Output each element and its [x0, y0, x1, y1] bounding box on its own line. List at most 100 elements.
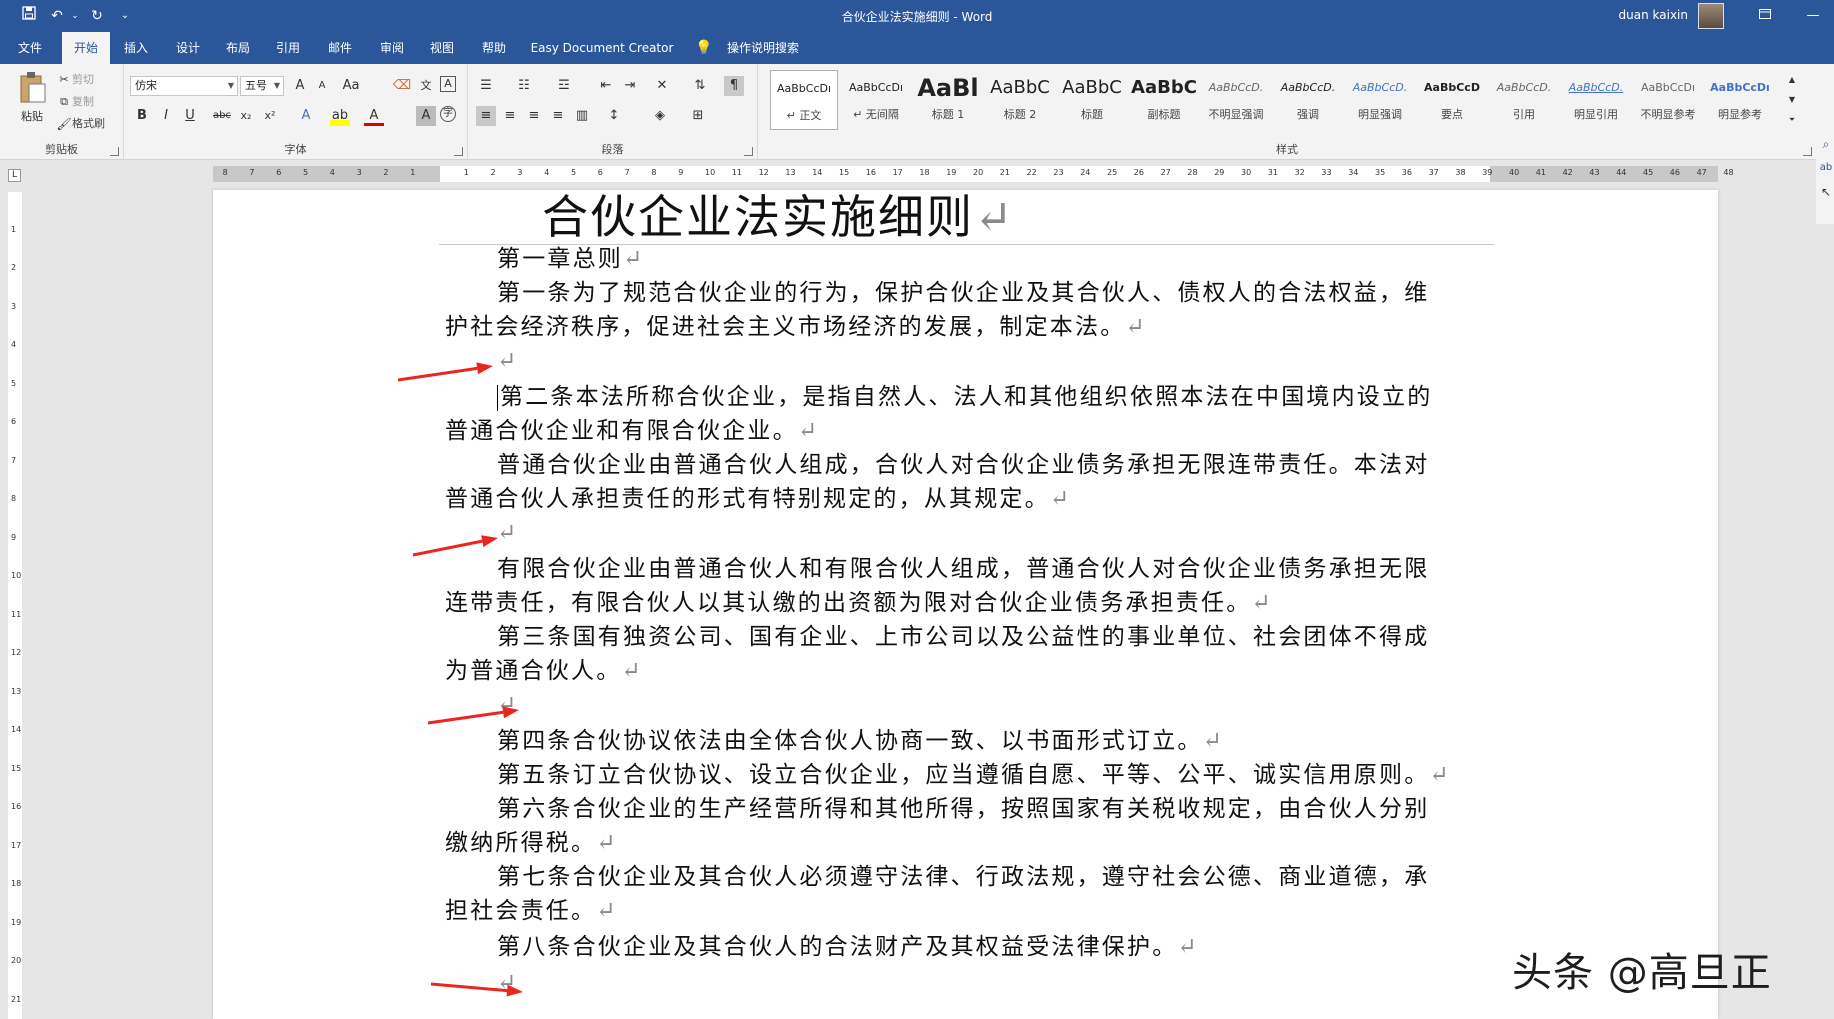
cut-icon[interactable]: ✂: [54, 70, 74, 90]
user-name[interactable]: duan kaixin: [1619, 8, 1688, 22]
document-paragraph[interactable]: 为普通合伙人。↵: [445, 654, 1485, 688]
format-painter-button[interactable]: 格式刷: [72, 114, 105, 134]
document-paragraph[interactable]: 第一条为了规范合伙企业的行为，保护合伙企业及其合伙人、债权人的合法权益，维: [445, 276, 1485, 310]
document-paragraph[interactable]: 担社会责任。↵: [445, 894, 1485, 928]
style-no-spacing[interactable]: AaBbCcDı ↵ 无间隔: [842, 70, 910, 130]
ribbon-display-icon[interactable]: [1754, 5, 1776, 27]
document-page[interactable]: 合伙企业法实施细则↵ 第一章总则↵ 第一条为了规范合伙企业的行为，保护合伙企业及其…: [213, 190, 1718, 1019]
italic-icon[interactable]: I: [156, 106, 176, 126]
styles-scroll-up-icon[interactable]: ▲: [1782, 70, 1802, 90]
minimize-icon[interactable]: —: [1802, 5, 1824, 27]
character-shading-icon[interactable]: A: [416, 106, 436, 126]
document-paragraph[interactable]: 第八条合伙企业及其合伙人的合法财产及其权益受法律保护。↵: [445, 930, 1485, 964]
chinese-layout-icon[interactable]: ✕: [652, 76, 672, 96]
grow-font-icon[interactable]: A: [290, 76, 310, 96]
horizontal-ruler[interactable]: 8 7 6 5 4 3 2 1 1 2 3 4 5 6 7 8 9 10 11 12 13 14 15 16 17 18 19 20 2…: [213, 166, 1734, 182]
tab-mailings[interactable]: 邮件: [318, 32, 362, 64]
style-subtitle[interactable]: AaBbC 副标题: [1130, 70, 1198, 130]
bold-icon[interactable]: B: [132, 106, 152, 126]
tab-selector[interactable]: L: [0, 161, 28, 189]
strikethrough-icon[interactable]: abc: [210, 106, 234, 126]
align-left-icon[interactable]: ≡: [476, 106, 496, 126]
style-emphasis[interactable]: AaBbCcD. 强调: [1274, 70, 1342, 130]
style-strong[interactable]: AaBbCcD 要点: [1418, 70, 1486, 130]
bullets-icon[interactable]: ☰: [476, 76, 496, 96]
document-paragraph[interactable]: ↵: [445, 966, 1485, 1000]
select-icon[interactable]: ↖: [1816, 182, 1834, 202]
document-paragraph[interactable]: 第三条国有独资公司、国有企业、上市公司以及公益性的事业单位、社会团体不得成: [445, 620, 1485, 654]
tab-references[interactable]: 引用: [266, 32, 310, 64]
subscript-icon[interactable]: x₂: [236, 106, 256, 126]
font-name-combo[interactable]: 仿宋 ▼: [130, 76, 238, 96]
document-paragraph[interactable]: 有限合伙企业由普通合伙人和有限合伙人组成，普通合伙人对合伙企业债务承担无限: [445, 552, 1485, 586]
shading-icon[interactable]: ◈: [650, 106, 670, 126]
styles-more-icon[interactable]: ⏷: [1782, 110, 1802, 130]
style-subtle-reference[interactable]: AaBbCcDı 不明显参考: [1634, 70, 1702, 130]
document-paragraph[interactable]: 第四条合伙协议依法由全体合伙人协商一致、以书面形式订立。↵: [445, 724, 1485, 758]
tab-home[interactable]: 开始: [62, 32, 110, 64]
enclose-characters-icon[interactable]: 字: [440, 106, 456, 122]
lightbulb-icon[interactable]: 💡: [694, 32, 714, 64]
character-border-icon[interactable]: A: [440, 76, 456, 92]
font-size-combo[interactable]: 五号 ▼: [240, 76, 284, 96]
document-paragraph[interactable]: 第二条本法所称合伙企业，是指自然人、法人和其他组织依照本法在中国境内设立的: [445, 380, 1485, 414]
style-title[interactable]: AaBbC 标题: [1058, 70, 1126, 130]
paragraph-launcher-icon[interactable]: [744, 147, 753, 156]
document-paragraph[interactable]: 第五条订立合伙协议、设立合伙企业，应当遵循自愿、平等、公平、诚实信用原则。↵: [445, 758, 1485, 792]
clipboard-launcher-icon[interactable]: [110, 147, 119, 156]
style-quote[interactable]: AaBbCcD. 引用: [1490, 70, 1558, 130]
increase-indent-icon[interactable]: ⇥: [620, 76, 640, 96]
style-subtle-emphasis[interactable]: AaBbCcD. 不明显强调: [1202, 70, 1270, 130]
document-paragraph[interactable]: 连带责任，有限合伙人以其认缴的出资额为限对合伙企业债务承担责任。↵: [445, 586, 1485, 620]
document-paragraph[interactable]: 普通合伙企业和有限合伙企业。↵: [445, 414, 1485, 448]
tab-review[interactable]: 审阅: [370, 32, 414, 64]
font-launcher-icon[interactable]: [454, 147, 463, 156]
avatar[interactable]: [1698, 3, 1724, 29]
styles-launcher-icon[interactable]: [1803, 147, 1812, 156]
change-case-icon[interactable]: Aa: [338, 76, 364, 96]
tab-layout[interactable]: 布局: [216, 32, 260, 64]
tab-insert[interactable]: 插入: [114, 32, 158, 64]
borders-icon[interactable]: ⊞: [688, 106, 708, 126]
document-paragraph[interactable]: 第六条合伙企业的生产经营所得和其他所得，按照国家有关税收规定，由合伙人分别: [445, 792, 1485, 826]
cut-button[interactable]: 剪切: [72, 70, 94, 90]
document-paragraph[interactable]: 普通合伙人承担责任的形式有特别规定的，从其规定。↵: [445, 482, 1485, 516]
numbering-icon[interactable]: ☷: [514, 76, 534, 96]
tab-design[interactable]: 设计: [166, 32, 210, 64]
justify-icon[interactable]: ≡: [548, 106, 568, 126]
style-heading-1[interactable]: AaBl 标题 1: [914, 70, 982, 130]
style-heading-2[interactable]: AaBbC 标题 2: [986, 70, 1054, 130]
highlight-icon[interactable]: ab: [330, 106, 350, 126]
replace-icon[interactable]: ab: [1816, 158, 1834, 178]
shrink-font-icon[interactable]: A: [312, 76, 332, 96]
document-paragraph[interactable]: 普通合伙企业由普通合伙人组成，合伙人对合伙企业债务承担无限连带责任。本法对: [445, 448, 1485, 482]
align-right-icon[interactable]: ≡: [524, 106, 544, 126]
find-icon[interactable]: ⌕: [1816, 134, 1834, 154]
distributed-icon[interactable]: ▥: [572, 106, 592, 126]
style-intense-reference[interactable]: AaBbCcDı 明显参考: [1706, 70, 1774, 130]
line-spacing-icon[interactable]: ↕: [604, 106, 624, 126]
copy-button[interactable]: 复制: [72, 92, 94, 112]
tab-help[interactable]: 帮助: [472, 32, 516, 64]
vertical-ruler[interactable]: 1 2 3 4 5 6 7 8 9 10 11 12 13 14 15 16 17 18 19 20 21: [8, 192, 22, 1019]
style-intense-emphasis[interactable]: AaBbCcD. 明显强调: [1346, 70, 1414, 130]
document-paragraph[interactable]: 第一章总则↵: [445, 242, 1485, 276]
document-paragraph[interactable]: ↵: [445, 516, 1485, 550]
multilevel-list-icon[interactable]: ☲: [554, 76, 574, 96]
phonetic-guide-icon[interactable]: 文: [416, 76, 436, 96]
format-painter-icon[interactable]: 🖌: [54, 114, 74, 134]
copy-icon[interactable]: ⧉: [54, 92, 74, 112]
style-intense-quote[interactable]: AaBbCcD. 明显引用: [1562, 70, 1630, 130]
show-marks-icon[interactable]: ¶: [724, 76, 744, 96]
sort-icon[interactable]: ⇅: [690, 76, 710, 96]
align-center-icon[interactable]: ≡: [500, 106, 520, 126]
paste-button[interactable]: 粘贴: [12, 70, 52, 130]
clear-formatting-icon[interactable]: ⌫: [392, 76, 412, 96]
styles-scroll-down-icon[interactable]: ▼: [1782, 90, 1802, 110]
style-normal[interactable]: AaBbCcDı ↵ 正文: [770, 70, 838, 130]
tab-view[interactable]: 视图: [420, 32, 464, 64]
document-title[interactable]: 合伙企业法实施细则↵: [213, 190, 1718, 244]
tab-easy-document-creator[interactable]: Easy Document Creator: [530, 32, 674, 64]
superscript-icon[interactable]: x²: [260, 106, 280, 126]
document-paragraph[interactable]: ↵: [445, 688, 1485, 722]
